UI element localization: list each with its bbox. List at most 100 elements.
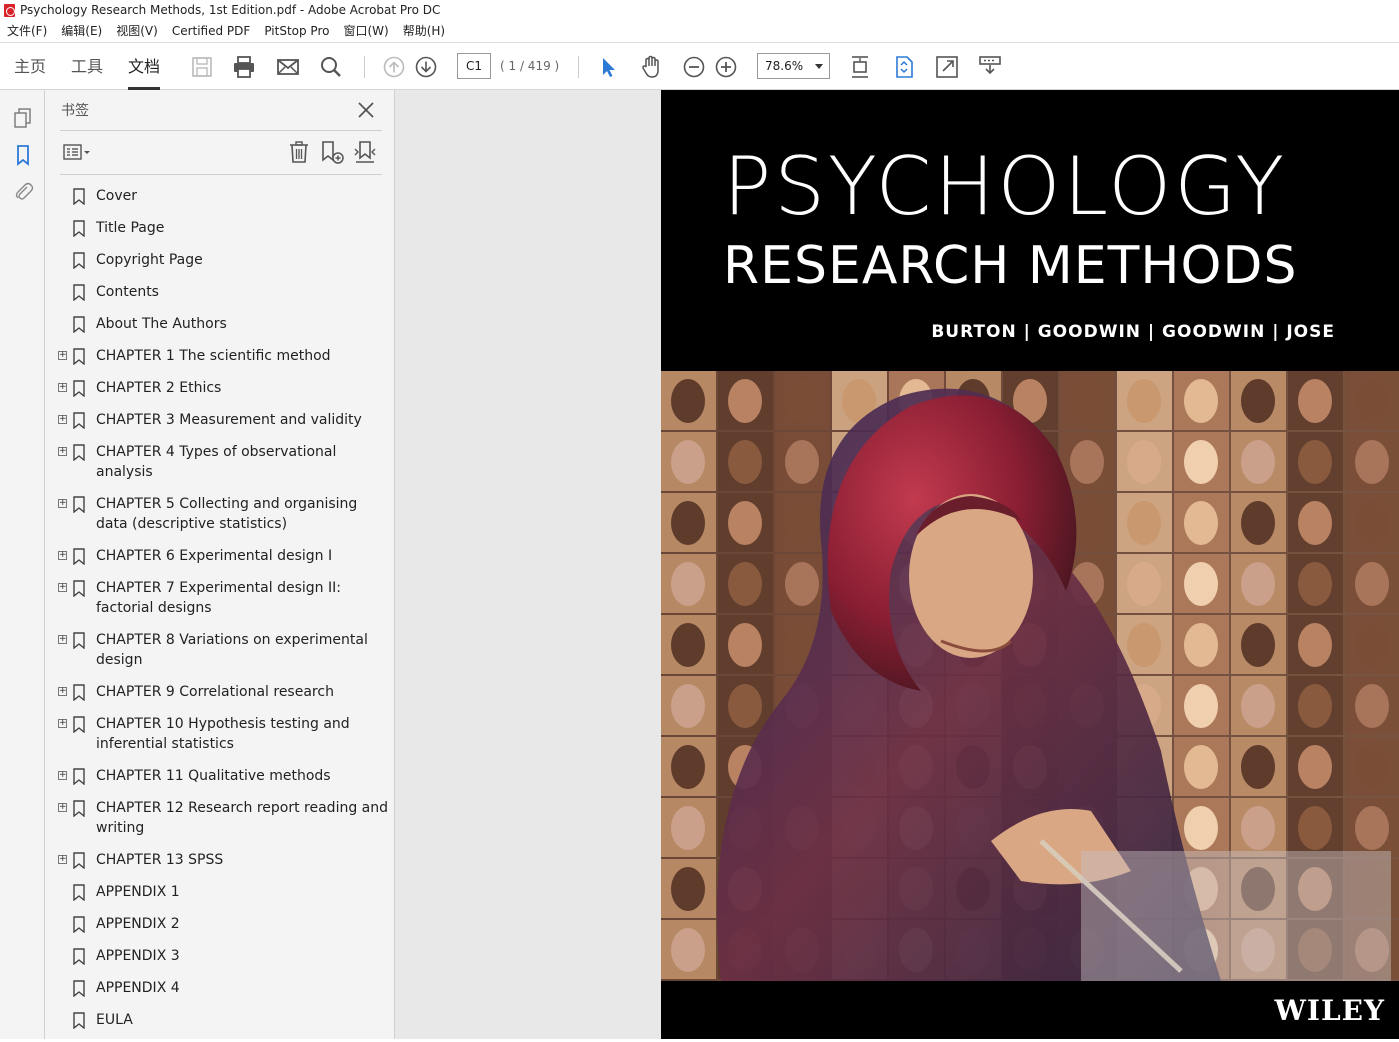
bookmark-item[interactable]: About The Authors <box>55 314 390 334</box>
expand-toggle-icon[interactable]: + <box>58 719 67 728</box>
zoom-level-select[interactable]: 78.6% <box>757 53 830 79</box>
hand-tool-icon[interactable] <box>638 54 664 80</box>
collage-face <box>1355 806 1389 850</box>
full-screen-icon[interactable] <box>934 54 960 80</box>
bookmark-item[interactable]: + CHAPTER 13 SPSS <box>55 850 390 870</box>
bookmark-label: CHAPTER 10 Hypothesis testing and infere… <box>96 716 350 752</box>
page-layout-icon[interactable] <box>847 54 873 80</box>
bookmark-label: CHAPTER 13 SPSS <box>96 852 224 868</box>
collage-face <box>728 623 762 667</box>
main-toolbar: 主页 工具 文档 <box>0 42 1399 90</box>
bookmark-item[interactable]: + CHAPTER 2 Ethics <box>55 378 390 398</box>
collage-face <box>1184 745 1218 789</box>
bookmark-item[interactable]: + CHAPTER 7 Experimental design II: facto… <box>55 578 390 618</box>
menu-view[interactable]: 视图(V) <box>116 21 158 42</box>
menu-window[interactable]: 窗口(W) <box>343 21 388 42</box>
next-page-icon[interactable] <box>413 54 439 80</box>
menu-edit[interactable]: 编辑(E) <box>61 21 102 42</box>
bookmark-item[interactable]: + CHAPTER 5 Collecting and organising dat… <box>55 494 390 534</box>
collage-face <box>671 562 705 606</box>
expand-toggle-icon[interactable]: + <box>58 583 67 592</box>
bookmark-icon <box>73 716 85 734</box>
bookmark-item[interactable]: + CHAPTER 12 Research report reading and … <box>55 798 390 838</box>
tab-tools[interactable]: 工具 <box>71 43 103 90</box>
expand-toggle-icon[interactable]: + <box>58 499 67 508</box>
print-icon[interactable] <box>231 54 257 80</box>
bookmark-label: APPENDIX 2 <box>96 916 180 932</box>
bookmark-item[interactable]: APPENDIX 4 <box>55 978 390 998</box>
bookmark-item[interactable]: Cover <box>55 186 390 206</box>
options-menu-icon[interactable] <box>62 139 90 165</box>
expand-toggle-icon[interactable]: + <box>58 415 67 424</box>
collage-face <box>1184 562 1218 606</box>
bookmark-item[interactable]: Contents <box>55 282 390 302</box>
bookmark-label: CHAPTER 6 Experimental design I <box>96 548 333 564</box>
tab-document[interactable]: 文档 <box>128 43 161 90</box>
collage-face <box>1355 501 1389 545</box>
menu-pitstop-pro[interactable]: PitStop Pro <box>264 21 329 42</box>
bookmark-item[interactable]: Copyright Page <box>55 250 390 270</box>
expand-toggle-icon[interactable]: + <box>58 635 67 644</box>
collage-face <box>1355 562 1389 606</box>
fit-page-icon[interactable] <box>891 54 917 80</box>
bookmark-item[interactable]: + CHAPTER 3 Measurement and validity <box>55 410 390 430</box>
expand-toggle-icon[interactable]: + <box>58 551 67 560</box>
menu-help[interactable]: 帮助(H) <box>403 21 445 42</box>
toolbar-separator <box>364 56 365 78</box>
bookmark-item[interactable]: APPENDIX 3 <box>55 946 390 966</box>
bookmark-icon <box>73 948 85 966</box>
bookmark-item[interactable]: Title Page <box>55 218 390 238</box>
delete-bookmark-icon[interactable] <box>286 139 312 165</box>
expand-toggle-icon[interactable]: + <box>58 351 67 360</box>
previous-page-icon[interactable] <box>381 54 407 80</box>
page-number-input[interactable]: C1 <box>457 53 491 79</box>
expand-toggle-icon[interactable]: + <box>58 803 67 812</box>
bookmark-item[interactable]: APPENDIX 1 <box>55 882 390 902</box>
email-icon[interactable] <box>275 54 301 80</box>
bookmark-item[interactable]: + CHAPTER 10 Hypothesis testing and infer… <box>55 714 390 754</box>
bookmark-icon <box>73 800 85 818</box>
expand-bookmark-icon[interactable] <box>352 139 378 165</box>
bookmark-label: Contents <box>96 284 159 300</box>
attachments-icon[interactable] <box>12 180 34 202</box>
bookmark-item[interactable]: EULA <box>55 1010 390 1030</box>
search-icon[interactable] <box>318 54 344 80</box>
collage-face <box>671 501 705 545</box>
bookmarks-icon[interactable] <box>12 144 34 166</box>
zoom-value: 78.6% <box>765 59 804 73</box>
collage-face <box>1241 623 1275 667</box>
bookmark-item[interactable]: + CHAPTER 8 Variations on experimental de… <box>55 630 390 670</box>
new-bookmark-icon[interactable] <box>319 139 345 165</box>
zoom-in-icon[interactable] <box>713 54 739 80</box>
page-thumbnails-icon[interactable] <box>12 107 34 129</box>
save-icon[interactable] <box>189 54 215 80</box>
expand-toggle-icon[interactable]: + <box>58 447 67 456</box>
bookmark-label: CHAPTER 9 Correlational research <box>96 684 334 700</box>
select-cursor-icon[interactable] <box>595 54 621 80</box>
bookmark-item[interactable]: + CHAPTER 4 Types of observational analys… <box>55 442 390 482</box>
collage-face <box>671 440 705 484</box>
expand-toggle-icon[interactable]: + <box>58 855 67 864</box>
collage-face <box>1184 440 1218 484</box>
menu-file[interactable]: 文件(F) <box>7 21 47 42</box>
zoom-out-icon[interactable] <box>681 54 707 80</box>
more-tools-icon[interactable] <box>977 54 1003 80</box>
bookmark-item[interactable]: APPENDIX 2 <box>55 914 390 934</box>
expand-toggle-icon[interactable]: + <box>58 771 67 780</box>
menu-certified-pdf[interactable]: Certified PDF <box>172 21 251 42</box>
bookmark-icon <box>73 980 85 998</box>
close-icon[interactable] <box>355 99 377 121</box>
expand-toggle-icon[interactable]: + <box>58 383 67 392</box>
bookmark-icon <box>73 444 85 462</box>
bookmark-item[interactable]: + CHAPTER 9 Correlational research <box>55 682 390 702</box>
bookmark-item[interactable]: + CHAPTER 11 Qualitative methods <box>55 766 390 786</box>
expand-toggle-icon[interactable]: + <box>58 687 67 696</box>
pdf-cover-page: PSYCHOLOGY RESEARCH METHODS BURTON | GOO… <box>661 90 1399 1039</box>
bookmark-icon <box>73 284 85 302</box>
bookmark-item[interactable]: + CHAPTER 6 Experimental design I <box>55 546 390 566</box>
tab-home[interactable]: 主页 <box>14 43 46 90</box>
collage-face <box>728 440 762 484</box>
collage-face <box>1298 806 1332 850</box>
collage-face <box>1298 501 1332 545</box>
bookmark-item[interactable]: + CHAPTER 1 The scientific method <box>55 346 390 366</box>
